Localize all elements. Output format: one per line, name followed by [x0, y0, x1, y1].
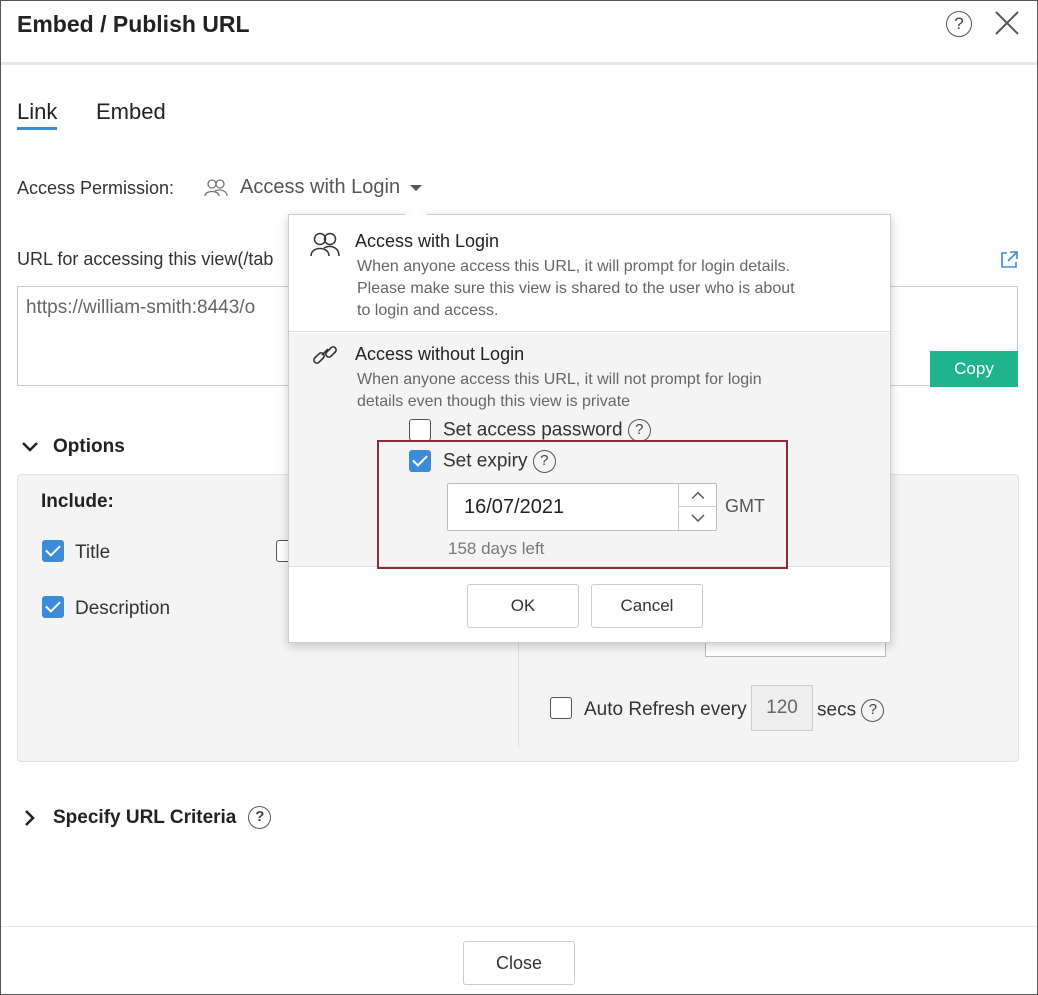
set-password-row: Set access password ?: [443, 419, 651, 442]
auto-refresh-input[interactable]: 120: [751, 685, 813, 731]
option-access-without-login[interactable]: Access without Login When anyone access …: [289, 333, 890, 569]
options-toggle[interactable]: Options: [21, 436, 125, 458]
chevron-down-icon: [410, 184, 423, 191]
access-permission-label: Access Permission:: [17, 178, 175, 198]
option-description: When anyone access this URL, it will pro…: [357, 258, 795, 319]
include-label: Include:: [41, 491, 114, 512]
access-permission-dropdown[interactable]: Access with Login: [204, 176, 423, 199]
broken-link-icon: [313, 346, 337, 364]
tab-link[interactable]: Link: [17, 99, 58, 130]
footer-divider: [1, 926, 1037, 927]
description-checkbox-label: Description: [75, 598, 171, 619]
chevron-right-icon: [25, 809, 35, 826]
url-label: URL for accessing this view(/tab: [17, 249, 274, 269]
set-password-label: Set access password: [443, 419, 623, 441]
timezone-label: GMT: [725, 496, 765, 516]
url-value: https://william-smith:8443/o: [26, 297, 256, 318]
tab-embed[interactable]: Embed: [96, 99, 166, 125]
option-description: When anyone access this URL, it will not…: [357, 371, 762, 410]
help-icon[interactable]: ?: [946, 11, 972, 37]
date-spinner: [678, 484, 717, 530]
help-icon[interactable]: ?: [861, 699, 885, 722]
options-heading: Options: [53, 436, 125, 457]
auto-refresh-label: Auto Refresh every: [584, 699, 747, 720]
popup-arrow: [405, 205, 427, 215]
set-expiry-checkbox[interactable]: [409, 450, 431, 472]
auto-refresh-checkbox[interactable]: [550, 697, 572, 719]
chevron-down-icon[interactable]: [679, 507, 717, 530]
help-icon[interactable]: ?: [532, 450, 556, 473]
url-criteria-toggle[interactable]: Specify URL Criteria ?: [23, 806, 272, 829]
url-criteria-heading: Specify URL Criteria: [53, 806, 237, 828]
description-checkbox[interactable]: [42, 596, 64, 618]
close-icon[interactable]: [993, 9, 1021, 37]
external-link-icon[interactable]: [999, 250, 1019, 270]
option-title: Access without Login: [355, 344, 525, 364]
access-permission-popup: Access with Login When anyone access thi…: [288, 214, 891, 643]
help-icon[interactable]: ?: [248, 806, 272, 829]
title-checkbox-label: Title: [75, 542, 111, 563]
help-icon[interactable]: ?: [627, 419, 651, 442]
auto-refresh-unit-text: secs: [817, 699, 857, 721]
option-title: Access with Login: [355, 231, 500, 251]
expiry-date-input[interactable]: 16/07/2021: [447, 483, 717, 531]
option-access-with-login[interactable]: Access with Login When anyone access thi…: [289, 215, 890, 332]
users-icon: [204, 178, 228, 196]
expiry-date-value: 16/07/2021: [464, 496, 565, 518]
close-button[interactable]: Close: [463, 941, 575, 985]
set-password-checkbox[interactable]: [409, 419, 431, 441]
dialog-header: Embed / Publish URL ?: [1, 1, 1037, 65]
days-left-text: 158 days left: [448, 539, 545, 558]
dialog-title: Embed / Publish URL: [17, 11, 250, 37]
set-expiry-label: Set expiry: [443, 450, 528, 472]
users-icon: [310, 232, 340, 257]
chevron-up-icon[interactable]: [679, 484, 717, 507]
cancel-button[interactable]: Cancel: [591, 584, 703, 628]
copy-button[interactable]: Copy: [930, 351, 1018, 387]
chevron-down-icon: [22, 442, 38, 452]
title-checkbox[interactable]: [42, 540, 64, 562]
access-permission-value: Access with Login: [240, 176, 401, 198]
auto-refresh-unit: secs ?: [817, 699, 885, 722]
set-expiry-row: Set expiry ?: [443, 450, 556, 473]
ok-button[interactable]: OK: [467, 584, 579, 628]
